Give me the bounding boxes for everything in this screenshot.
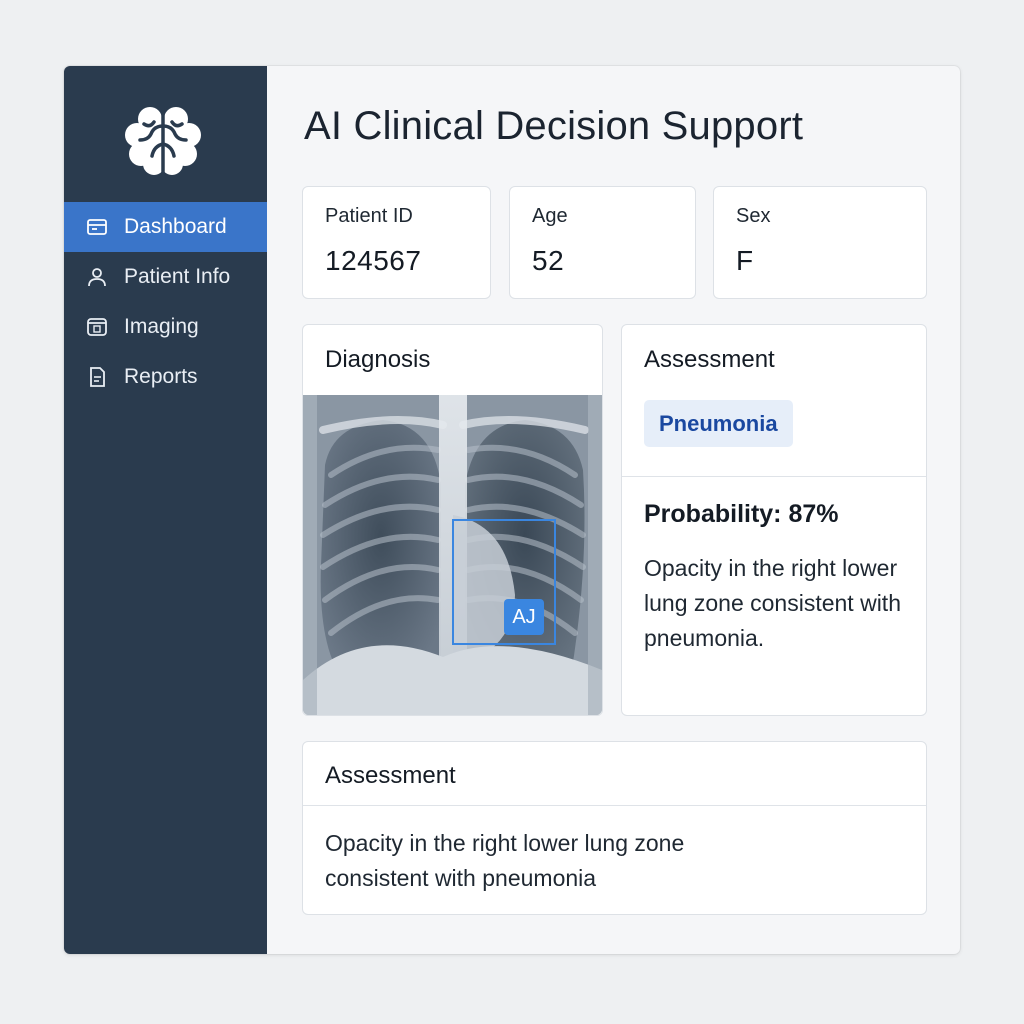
age-label: Age: [532, 205, 568, 227]
diagnosis-title: Diagnosis: [325, 346, 431, 373]
document-icon: [86, 366, 108, 388]
sidebar-item-label: Reports: [124, 365, 198, 388]
sidebar-item-imaging[interactable]: Imaging: [64, 302, 267, 352]
main-content: AI Clinical Decision Support Patient ID …: [267, 66, 960, 954]
app-window: Dashboard Patient Info Imaging Reports A…: [64, 66, 960, 954]
assessment-card: Assessment Pneumonia Probability: 87% Op…: [621, 324, 927, 716]
sex-card: Sex F: [713, 186, 927, 299]
patient-id-label: Patient ID: [325, 205, 413, 227]
imaging-icon: [86, 316, 108, 338]
sidebar-item-label: Patient Info: [124, 265, 231, 288]
sex-value: F: [736, 245, 754, 276]
sidebar-item-patient-info[interactable]: Patient Info: [64, 252, 267, 302]
sidebar: Dashboard Patient Info Imaging Reports: [64, 66, 267, 954]
patient-id-value: 124567: [325, 245, 422, 276]
divider: [622, 476, 926, 477]
user-icon: [86, 266, 108, 288]
age-card: Age 52: [509, 186, 696, 299]
sex-label: Sex: [736, 205, 771, 227]
page-title: AI Clinical Decision Support: [304, 104, 804, 148]
sidebar-item-dashboard[interactable]: Dashboard: [64, 202, 267, 252]
condition-badge: Pneumonia: [644, 400, 793, 447]
diagnosis-card: Diagnosis AJ: [302, 324, 603, 716]
sidebar-nav: Dashboard Patient Info Imaging Reports: [64, 202, 267, 402]
brain-icon: [124, 104, 202, 178]
assessment-description: Opacity in the right lower lung zone con…: [644, 555, 901, 651]
patient-id-card: Patient ID 124567: [302, 186, 491, 299]
dashboard-icon: [86, 216, 108, 238]
bottom-assessment-text: Opacity in the right lower lung zone con…: [325, 830, 685, 891]
sidebar-item-reports[interactable]: Reports: [64, 352, 267, 402]
bottom-assessment-title: Assessment: [325, 762, 456, 789]
bottom-assessment-card: Assessment Opacity in the right lower lu…: [302, 741, 927, 915]
sidebar-item-label: Imaging: [124, 315, 199, 338]
divider: [303, 805, 926, 806]
chest-xray-image[interactable]: AJ: [303, 395, 602, 715]
probability-text: Probability: 87%: [644, 500, 839, 528]
ai-badge[interactable]: AJ: [504, 599, 544, 635]
age-value: 52: [532, 245, 565, 276]
sidebar-item-label: Dashboard: [124, 215, 227, 238]
assessment-title: Assessment: [644, 346, 775, 373]
